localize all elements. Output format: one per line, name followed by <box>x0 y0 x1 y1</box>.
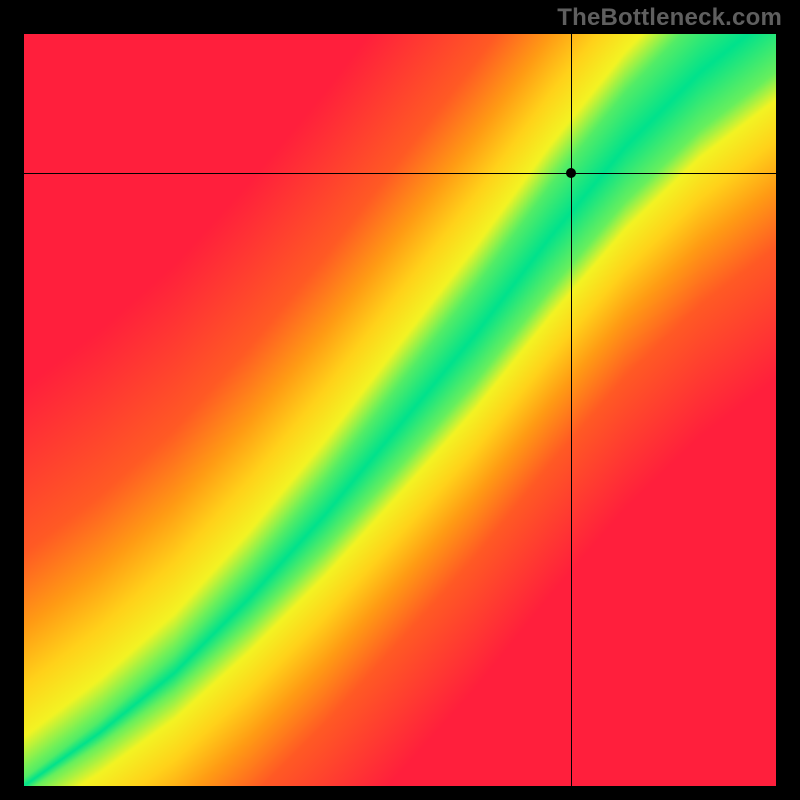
watermark-text: TheBottleneck.com <box>557 4 782 32</box>
chart-frame: TheBottleneck.com <box>0 0 800 800</box>
heatmap-canvas <box>24 34 776 786</box>
